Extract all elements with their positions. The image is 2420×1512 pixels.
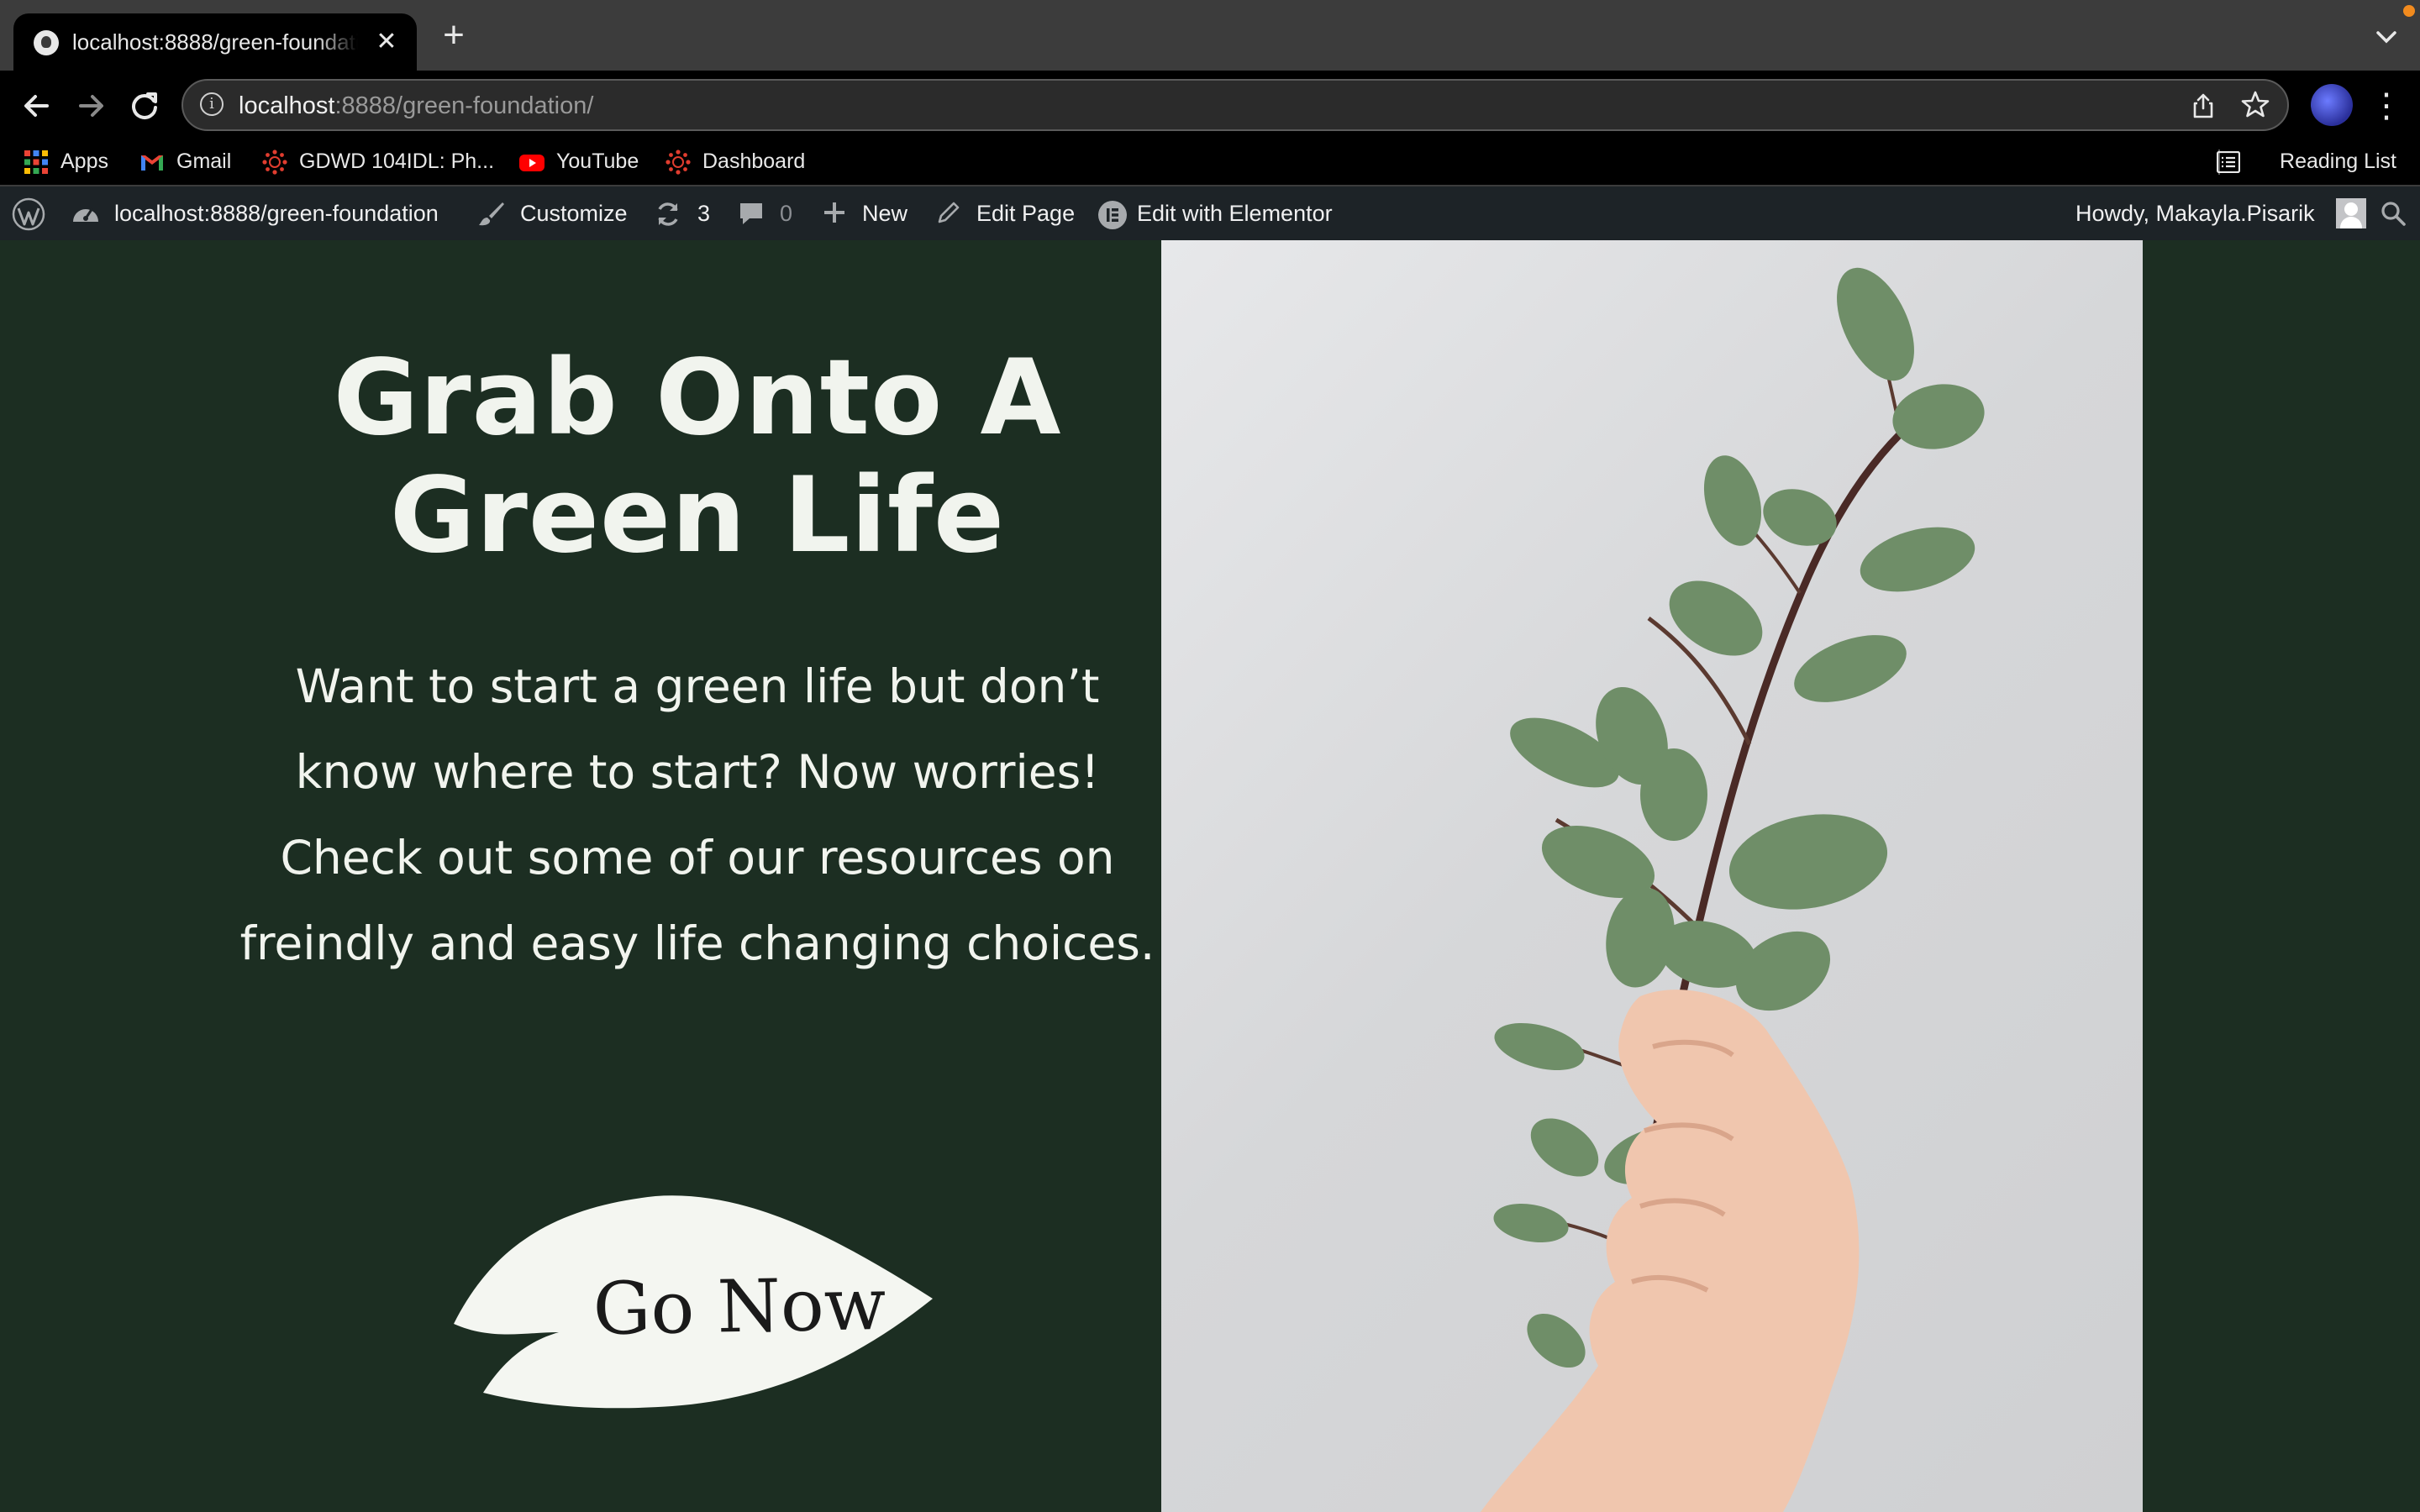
- hero-description: Want to start a green life but don’t kno…: [235, 643, 1160, 986]
- reading-list-button[interactable]: Reading List: [2212, 143, 2396, 180]
- edit-with-elementor-link[interactable]: Edit with Elementor: [1097, 186, 1341, 240]
- hero-title-line: Grab Onto A: [333, 338, 1062, 459]
- browser-menu-icon[interactable]: ⋮: [2370, 84, 2403, 128]
- hand-holding-eucalyptus-image: [1161, 240, 2143, 1512]
- bookmark-gdwd[interactable]: GDWD 104IDL: Ph...: [262, 143, 506, 180]
- bookmark-star-icon[interactable]: [2240, 89, 2270, 119]
- canvas-icon: [666, 150, 691, 175]
- edit-page-label: Edit Page: [976, 201, 1076, 226]
- edit-page-link[interactable]: Edit Page: [936, 186, 1079, 240]
- admin-search[interactable]: [2378, 186, 2412, 240]
- hero-title-line: Green Life: [389, 455, 1006, 576]
- bookmark-youtube[interactable]: YouTube: [519, 143, 654, 180]
- hero-text-line: Want to start a green life but don’t: [295, 659, 1100, 713]
- account-menu[interactable]: Howdy, Makayla.Pisarik: [2075, 186, 2353, 240]
- gmail-icon: [141, 155, 163, 171]
- bookmark-dashboard[interactable]: Dashboard: [666, 143, 825, 180]
- forward-arrow-icon[interactable]: [69, 84, 113, 128]
- tab-title: localhost:8888/green-foundation/: [72, 29, 358, 55]
- eucalyptus-branch-illustration: [1481, 267, 1985, 1512]
- hero-text-line: freindly and easy life changing choices.: [239, 916, 1155, 970]
- comments-count: 0: [780, 201, 793, 226]
- search-icon: [2381, 202, 2406, 226]
- bookmark-label: Apps: [60, 150, 108, 173]
- user-avatar-icon[interactable]: [2336, 198, 2366, 228]
- hero-title: Grab Onto A Green Life: [202, 339, 1193, 575]
- updates-refresh-icon: [658, 202, 678, 226]
- reading-list-label: Reading List: [2280, 150, 2396, 173]
- profile-avatar-icon[interactable]: [2311, 84, 2353, 126]
- address-bar[interactable]: i localhost:8888/green-foundation/: [182, 79, 2289, 131]
- site-name-label: localhost:8888/green-foundation: [114, 201, 439, 226]
- new-content-menu[interactable]: New: [822, 186, 914, 240]
- youtube-icon: [519, 155, 544, 171]
- paintbrush-icon: [479, 202, 504, 226]
- updates-link[interactable]: 3: [654, 186, 713, 240]
- back-arrow-icon[interactable]: [15, 84, 59, 128]
- bookmark-label: GDWD 104IDL: Ph...: [299, 150, 495, 173]
- site-name-menu[interactable]: localhost:8888/green-foundation: [71, 186, 457, 240]
- reload-icon[interactable]: [123, 84, 166, 128]
- notification-dot: [2403, 5, 2415, 17]
- browser-toolbar: i localhost:8888/green-foundation/ ⋮ App…: [0, 71, 2420, 198]
- customize-link[interactable]: Customize: [477, 186, 637, 240]
- elementor-label: Edit with Elementor: [1137, 201, 1333, 226]
- canvas-icon: [262, 150, 287, 175]
- customize-label: Customize: [520, 201, 628, 226]
- bookmark-gmail[interactable]: Gmail: [139, 143, 249, 180]
- updates-count: 3: [697, 201, 711, 226]
- go-now-label: Go Now: [592, 1262, 887, 1352]
- elementor-icon: [1098, 201, 1127, 229]
- wp-logo-menu[interactable]: [12, 186, 49, 240]
- dashboard-gauge-icon: [73, 207, 98, 222]
- wordpress-logo-icon: [12, 197, 45, 231]
- chevron-down-icon[interactable]: [2371, 22, 2402, 52]
- bookmarks-bar: Apps Gmail GDWD 104IDL: Ph... YouTube Da…: [0, 138, 2420, 185]
- bookmark-apps[interactable]: Apps: [24, 143, 116, 180]
- comment-bubble-icon: [740, 203, 762, 224]
- wp-admin-bar: localhost:8888/green-foundation Customiz…: [0, 185, 2420, 240]
- url-text[interactable]: localhost:8888/green-foundation/: [239, 89, 593, 123]
- site-info-icon[interactable]: i: [200, 92, 224, 116]
- howdy-label: Howdy, Makayla.Pisarik: [2075, 201, 2315, 226]
- tab-strip: localhost:8888/green-foundation/ ✕ +: [0, 0, 2420, 71]
- bookmark-label: Dashboard: [702, 150, 806, 173]
- hero-text-line: know where to start? Now worries!: [295, 745, 1100, 799]
- new-label: New: [862, 201, 908, 226]
- new-tab-button[interactable]: +: [435, 17, 472, 54]
- close-tab-icon[interactable]: ✕: [370, 25, 403, 59]
- reading-list-icon: [2217, 151, 2240, 173]
- go-now-button[interactable]: Go Now: [445, 1139, 950, 1425]
- site-favicon-icon: [34, 30, 59, 55]
- apps-grid-icon: [24, 150, 48, 174]
- page-content: Grab Onto A Green Life Want to start a g…: [0, 240, 2420, 1512]
- comments-link[interactable]: 0: [738, 186, 797, 240]
- pencil-icon: [938, 202, 960, 223]
- hero-text-line: Check out some of our resources on: [280, 831, 1115, 885]
- plus-icon: [824, 202, 844, 223]
- bookmark-label: YouTube: [556, 150, 639, 173]
- browser-tab[interactable]: localhost:8888/green-foundation/ ✕: [13, 13, 417, 71]
- bookmark-label: Gmail: [176, 150, 232, 173]
- share-icon[interactable]: [2190, 92, 2217, 119]
